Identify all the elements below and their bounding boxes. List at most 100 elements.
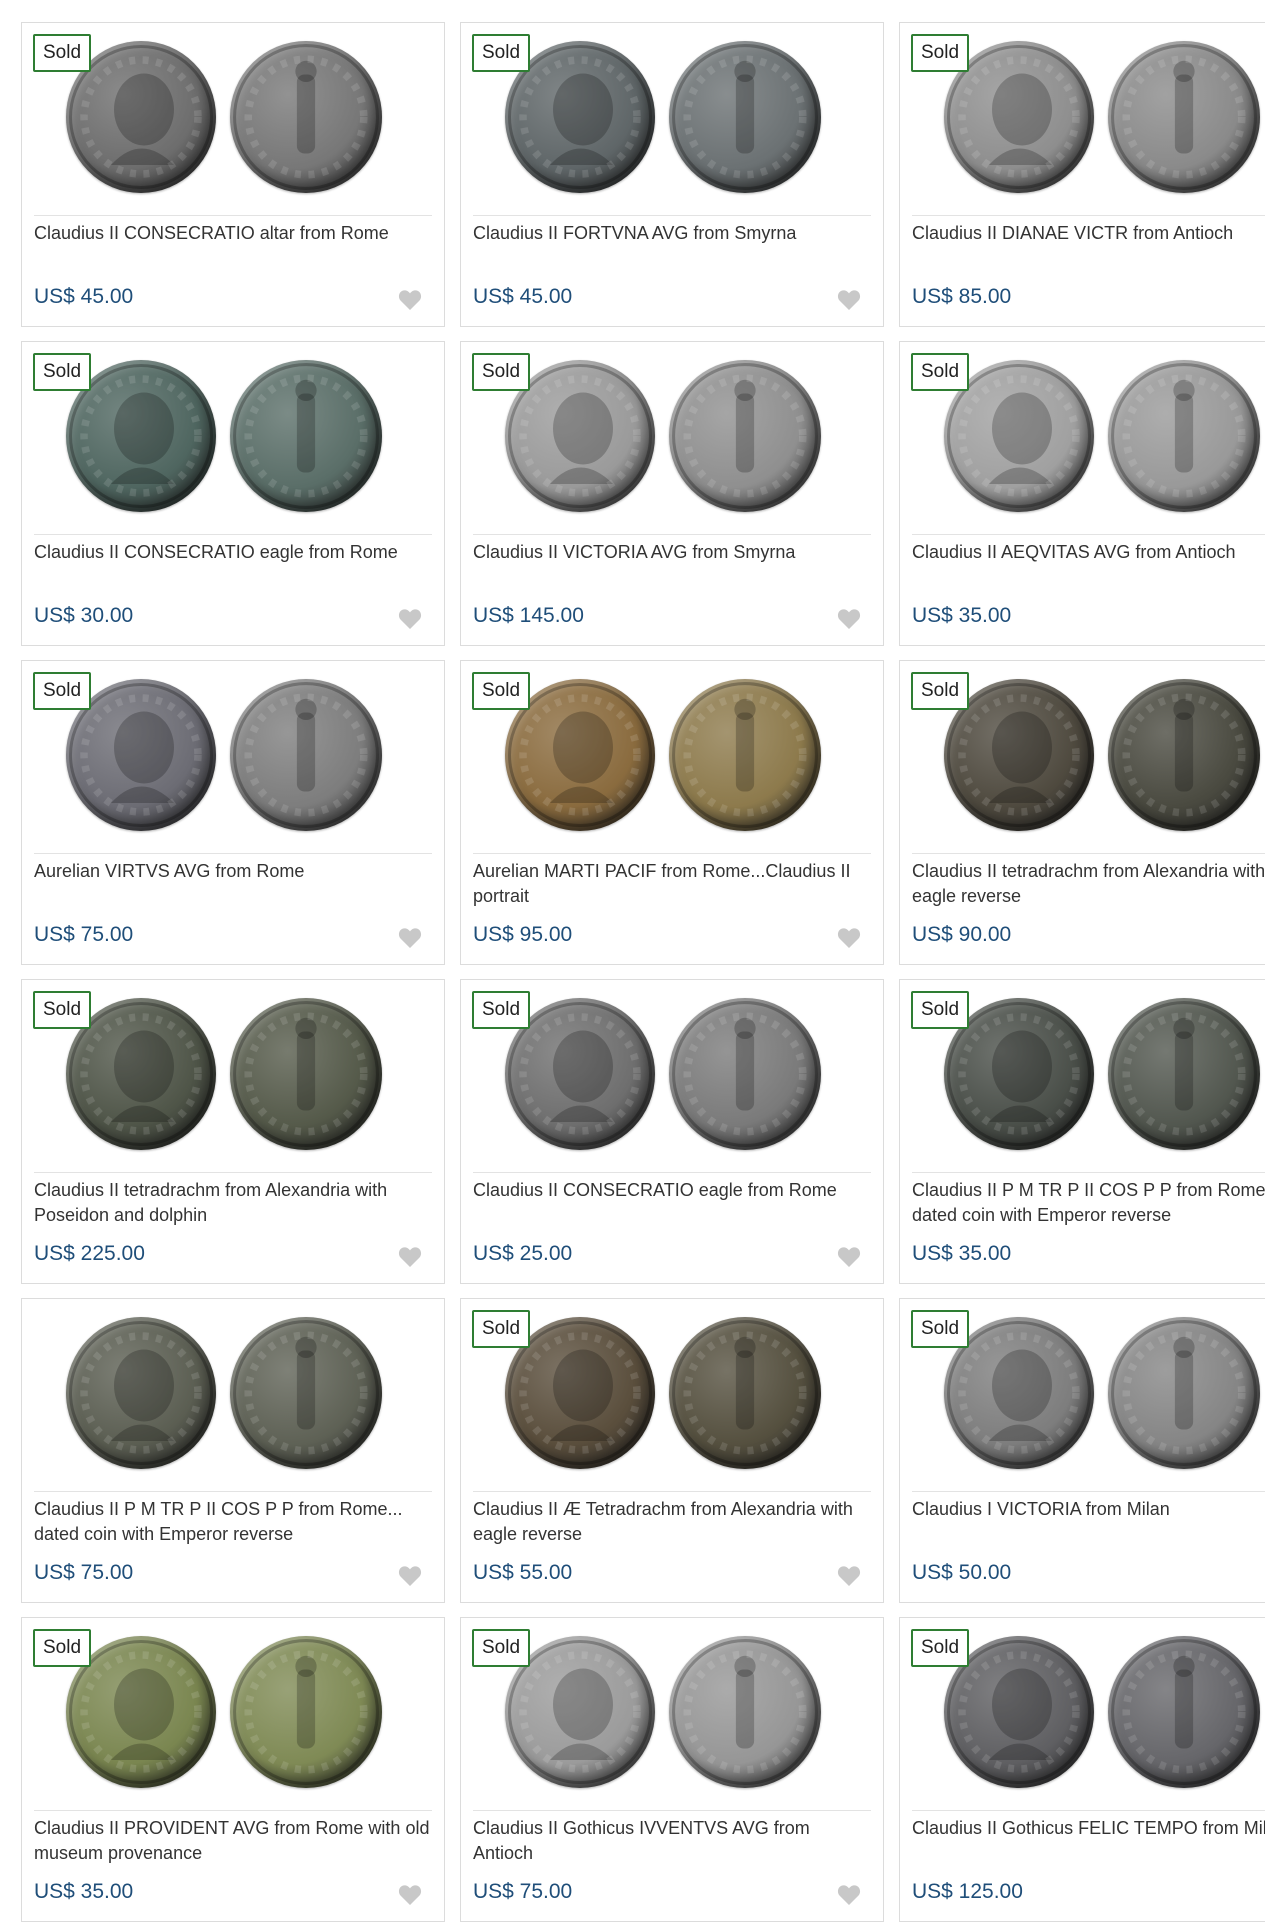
product-image[interactable]: [34, 661, 432, 854]
product-title[interactable]: Claudius II AEQVITAS AVG from Antioch: [912, 540, 1265, 565]
coin-reverse-image: [230, 998, 382, 1150]
product-title[interactable]: Claudius II P M TR P II COS P P from Rom…: [912, 1178, 1265, 1228]
sold-badge: Sold: [911, 991, 970, 1029]
heart-icon[interactable]: [837, 927, 861, 949]
product-price: US$ 95.00: [473, 923, 573, 946]
coin-reverse-image: [1108, 1317, 1260, 1469]
product-card[interactable]: Sold Claudius II Gothicus FELIC TEMPO fr…: [899, 1617, 1265, 1922]
product-image[interactable]: [473, 661, 871, 854]
product-image[interactable]: [34, 1299, 432, 1492]
product-card[interactable]: Sold Claudius II PROVIDENT AVG from Rome…: [21, 1617, 445, 1922]
product-title[interactable]: Claudius II DIANAE VICTR from Antioch: [912, 221, 1265, 246]
product-title[interactable]: Claudius II P M TR P II COS P P from Rom…: [34, 1497, 432, 1547]
coin-reverse-image: [669, 1317, 821, 1469]
product-price: US$ 75.00: [34, 923, 134, 946]
product-image[interactable]: [473, 980, 871, 1173]
coin-reverse-image: [1108, 679, 1260, 831]
product-title[interactable]: Claudius II CONSECRATIO eagle from Rome: [473, 1178, 871, 1203]
product-title[interactable]: Claudius II CONSECRATIO altar from Rome: [34, 221, 432, 246]
product-card[interactable]: Sold Claudius II tetradrachm from Alexan…: [899, 660, 1265, 965]
product-title[interactable]: Claudius II CONSECRATIO eagle from Rome: [34, 540, 432, 565]
product-card[interactable]: Claudius II P M TR P II COS P P from Rom…: [21, 1298, 445, 1603]
product-card[interactable]: Sold Claudius II VICTORIA AVG from Smyrn…: [460, 341, 884, 646]
product-image[interactable]: [473, 1299, 871, 1492]
product-card[interactable]: Sold Aurelian VIRTVS AVG from Rome US$ 7…: [21, 660, 445, 965]
sold-badge: Sold: [472, 991, 531, 1029]
sold-badge: Sold: [911, 1629, 970, 1667]
product-title[interactable]: Claudius II VICTORIA AVG from Smyrna: [473, 540, 871, 565]
heart-icon[interactable]: [398, 289, 422, 311]
coin-reverse-image: [1108, 360, 1260, 512]
heart-icon[interactable]: [398, 608, 422, 630]
heart-icon[interactable]: [837, 1246, 861, 1268]
product-price: US$ 225.00: [34, 1242, 145, 1265]
product-card[interactable]: Sold Claudius II Æ Tetradrachm from Alex…: [460, 1298, 884, 1603]
product-title[interactable]: Claudius II Gothicus IVVENTVS AVG from A…: [473, 1816, 871, 1866]
heart-icon[interactable]: [837, 608, 861, 630]
product-title[interactable]: Claudius II tetradrachm from Alexandria …: [912, 859, 1265, 909]
sold-badge: Sold: [472, 672, 531, 710]
product-price: US$ 75.00: [473, 1880, 573, 1903]
heart-icon[interactable]: [837, 1884, 861, 1906]
sold-badge: Sold: [33, 34, 92, 72]
product-grid: Sold Claudius II CONSECRATIO altar from …: [21, 22, 1265, 1922]
coin-reverse-image: [669, 679, 821, 831]
sold-badge: Sold: [472, 34, 531, 72]
product-title[interactable]: Claudius II Æ Tetradrachm from Alexandri…: [473, 1497, 871, 1547]
product-title[interactable]: Aurelian MARTI PACIF from Rome...Claudiu…: [473, 859, 871, 909]
sold-badge: Sold: [33, 672, 92, 710]
product-image[interactable]: [34, 1618, 432, 1811]
product-card[interactable]: Sold Aurelian MARTI PACIF from Rome...Cl…: [460, 660, 884, 965]
product-card[interactable]: Sold Claudius I VICTORIA from Milan US$ …: [899, 1298, 1265, 1603]
heart-icon[interactable]: [398, 1246, 422, 1268]
product-price: US$ 35.00: [912, 1242, 1012, 1265]
product-image[interactable]: [473, 342, 871, 535]
coin-reverse-image: [230, 360, 382, 512]
product-title[interactable]: Aurelian VIRTVS AVG from Rome: [34, 859, 432, 884]
coin-reverse-image: [1108, 998, 1260, 1150]
coin-reverse-image: [669, 41, 821, 193]
product-price: US$ 145.00: [473, 604, 584, 627]
sold-badge: Sold: [911, 34, 970, 72]
product-title[interactable]: Claudius II tetradrachm from Alexandria …: [34, 1178, 432, 1228]
product-price: US$ 45.00: [34, 285, 134, 308]
product-image[interactable]: [473, 1618, 871, 1811]
sold-badge: Sold: [33, 991, 92, 1029]
product-card[interactable]: Sold Claudius II CONSECRATIO eagle from …: [21, 341, 445, 646]
product-image[interactable]: [34, 23, 432, 216]
product-price: US$ 85.00: [912, 285, 1012, 308]
product-card[interactable]: Sold Claudius II Gothicus IVVENTVS AVG f…: [460, 1617, 884, 1922]
product-card[interactable]: Sold Claudius II DIANAE VICTR from Antio…: [899, 22, 1265, 327]
sold-badge: Sold: [472, 1310, 531, 1348]
coin-reverse-image: [230, 1317, 382, 1469]
product-card[interactable]: Sold Claudius II tetradrachm from Alexan…: [21, 979, 445, 1284]
product-title[interactable]: Claudius I VICTORIA from Milan: [912, 1497, 1265, 1522]
coin-reverse-image: [669, 360, 821, 512]
heart-icon[interactable]: [398, 927, 422, 949]
product-price: US$ 45.00: [473, 285, 573, 308]
heart-icon[interactable]: [837, 1565, 861, 1587]
product-card[interactable]: Sold Claudius II CONSECRATIO altar from …: [21, 22, 445, 327]
product-card[interactable]: Sold Claudius II P M TR P II COS P P fro…: [899, 979, 1265, 1284]
sold-badge: Sold: [911, 353, 970, 391]
product-title[interactable]: Claudius II FORTVNA AVG from Smyrna: [473, 221, 871, 246]
sold-badge: Sold: [33, 1629, 92, 1667]
product-price: US$ 75.00: [34, 1561, 134, 1584]
product-card[interactable]: Sold Claudius II FORTVNA AVG from Smyrna…: [460, 22, 884, 327]
heart-icon[interactable]: [837, 289, 861, 311]
product-image[interactable]: [34, 980, 432, 1173]
product-title[interactable]: Claudius II Gothicus FELIC TEMPO from Mi…: [912, 1816, 1265, 1841]
product-image[interactable]: [473, 23, 871, 216]
sold-badge: Sold: [911, 672, 970, 710]
sold-badge: Sold: [472, 353, 531, 391]
product-title[interactable]: Claudius II PROVIDENT AVG from Rome with…: [34, 1816, 432, 1866]
coin-reverse-image: [669, 1636, 821, 1788]
heart-icon[interactable]: [398, 1884, 422, 1906]
product-price: US$ 50.00: [912, 1561, 1012, 1584]
coin-reverse-image: [1108, 1636, 1260, 1788]
heart-icon[interactable]: [398, 1565, 422, 1587]
product-card[interactable]: Sold Claudius II CONSECRATIO eagle from …: [460, 979, 884, 1284]
product-image[interactable]: [34, 342, 432, 535]
coin-obverse-image: [66, 1317, 216, 1469]
product-card[interactable]: Sold Claudius II AEQVITAS AVG from Antio…: [899, 341, 1265, 646]
